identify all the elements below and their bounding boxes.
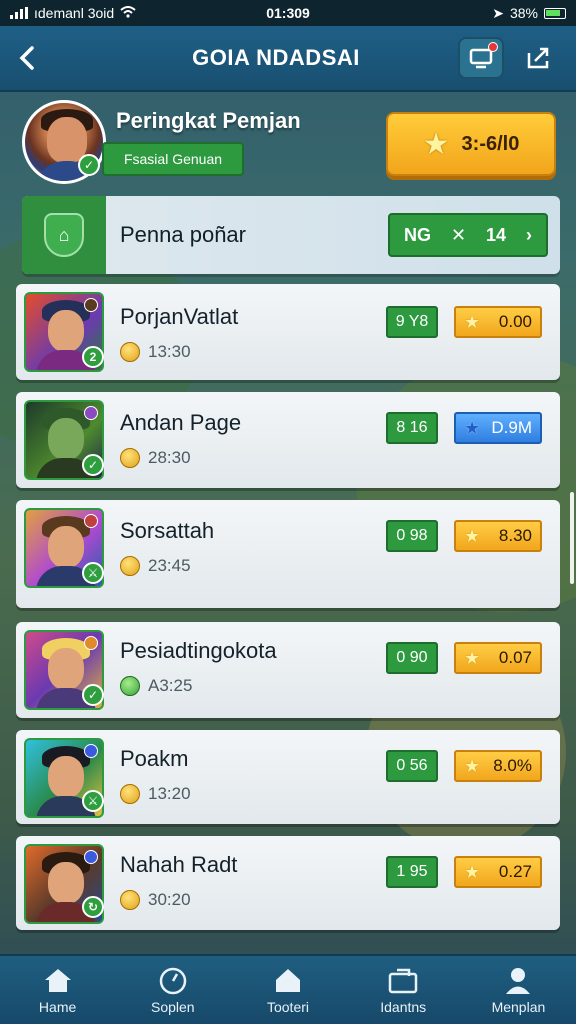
total-score: 3:-6/l0: [461, 132, 520, 155]
profile-title: Peringkat Pemjan: [116, 108, 301, 133]
banner-rank-button[interactable]: NG ✕ 14 ›: [388, 213, 548, 257]
player-name: Pesiadtingokota: [120, 638, 277, 663]
nav-label: Menplan: [491, 999, 546, 1015]
swords-icon: ⚔: [82, 562, 104, 584]
chevron-left-icon: [19, 46, 34, 70]
refresh-icon: ↻: [82, 896, 104, 918]
player-name: PorjanVatlat: [120, 304, 239, 329]
banner-title: Penna poñar: [120, 222, 246, 247]
leaderboard-banner: ⌂ Penna poñar NG ✕ 14 ›: [22, 196, 560, 274]
notification-dot: [488, 42, 498, 52]
player-score: ★ 0.27: [454, 856, 542, 888]
status-time: 01:309: [266, 5, 310, 21]
bottom-nav: Hame Soplen Tooteri Idantns Menplan: [0, 954, 576, 1024]
leaderboard-list: ⌂ Penna poñar NG ✕ 14 › 2 PorjanVatlat 1…: [16, 196, 560, 936]
nav-inbox[interactable]: Idantns: [346, 956, 461, 1024]
player-rank: 1 95: [386, 856, 438, 888]
rank-badge-icon: 2: [82, 346, 104, 368]
banner-button-value: 14: [486, 224, 507, 245]
total-score-box[interactable]: ★ 3:-6/l0: [386, 112, 556, 176]
battery-icon: [544, 7, 566, 19]
nav-timer[interactable]: Soplen: [115, 956, 230, 1024]
player-score: ★ 0.00: [454, 306, 542, 338]
verified-check-icon: ✓: [78, 154, 100, 176]
list-item[interactable]: 2 PorjanVatlat 13:30 9 Y8 ★ 0.00: [16, 284, 560, 380]
player-score: ★ D.9M: [454, 412, 542, 444]
list-item[interactable]: ✓ Andan Page 28:30 8 16 ★ D.9M: [16, 392, 560, 488]
player-time: 30:20: [120, 890, 191, 910]
nav-home[interactable]: Hame: [0, 956, 115, 1024]
player-name: Poakm: [120, 746, 189, 771]
notifications-button[interactable]: [458, 37, 504, 79]
list-item[interactable]: ⚔ Poakm 13:20 0 56 ★ 8.0%: [16, 730, 560, 824]
star-icon: ★: [464, 417, 481, 438]
coin-icon: [120, 342, 140, 362]
star-icon: ★: [464, 647, 481, 668]
swords-icon: ⚔: [82, 790, 104, 812]
player-time: A3:25: [120, 676, 192, 696]
share-icon: [527, 47, 549, 69]
profile-status-badge: Fsasial Genuan: [102, 142, 244, 176]
nav-label: Soplen: [151, 999, 195, 1015]
scrollbar[interactable]: [570, 492, 574, 584]
nav-label: Tooteri: [266, 999, 310, 1015]
chevron-right-icon: ›: [525, 224, 532, 245]
nav-house[interactable]: Tooteri: [230, 956, 345, 1024]
carrier-label: ıdemanl 3oid: [34, 5, 115, 21]
coin-icon: [120, 556, 140, 576]
profile-card: ✓ Peringkat Pemjan Fsasial Genuan ★ 3:-6…: [22, 100, 562, 190]
player-time: 13:30: [120, 342, 191, 362]
list-item[interactable]: ⚔ Sorsattah 23:45 0 98 ★ 8.30: [16, 500, 560, 608]
coin-icon: [120, 448, 140, 468]
battery-percent: 38%: [509, 5, 538, 21]
star-icon: ✕: [450, 224, 467, 245]
banner-button-prefix: NG: [404, 224, 431, 245]
banner-icon-box: ⌂: [22, 196, 106, 274]
star-icon: ★: [464, 311, 481, 332]
player-score: ★ 0.07: [454, 642, 542, 674]
home-icon: [42, 965, 74, 995]
signal-icon: [10, 7, 28, 19]
wifi-icon: [120, 5, 136, 21]
share-button[interactable]: [516, 37, 562, 79]
app-header: GOIA NDADSAI: [0, 26, 576, 92]
list-item[interactable]: ↻ Nahah Radt 30:20 1 95 ★ 0.27: [16, 836, 560, 930]
player-rank: 0 98: [386, 520, 438, 552]
nav-profile[interactable]: Menplan: [461, 956, 576, 1024]
list-item[interactable]: ✓ Pesiadtingokota A3:25 0 90 ★ 0.07: [16, 622, 560, 718]
gem-icon: [120, 676, 140, 696]
check-icon: ✓: [82, 454, 104, 476]
player-name: Andan Page: [120, 410, 242, 435]
house-icon: [272, 965, 304, 995]
player-rank: 9 Y8: [386, 306, 438, 338]
player-name: Sorsattah: [120, 518, 215, 543]
player-rank: 8 16: [386, 412, 438, 444]
coin-icon: [120, 890, 140, 910]
star-icon: ★: [464, 861, 481, 882]
star-icon: ★: [464, 755, 481, 776]
nav-label: Hame: [38, 999, 77, 1015]
player-time: 28:30: [120, 448, 191, 468]
back-button[interactable]: [0, 25, 54, 91]
profile-icon: [502, 965, 534, 995]
page-title: GOIA NDADSAI: [192, 45, 360, 70]
nav-label: Idantns: [380, 999, 427, 1015]
player-time: 23:45: [120, 556, 191, 576]
check-icon: ✓: [82, 684, 104, 706]
player-rank: 0 90: [386, 642, 438, 674]
star-icon: ★: [464, 525, 481, 546]
player-rank: 0 56: [386, 750, 438, 782]
player-score: ★ 8.30: [454, 520, 542, 552]
inbox-icon: [387, 965, 419, 995]
timer-icon: [157, 965, 189, 995]
player-name: Nahah Radt: [120, 852, 238, 877]
location-icon: ➤: [492, 4, 504, 21]
coin-icon: [120, 784, 140, 804]
shield-icon: ⌂: [44, 213, 84, 257]
player-score: ★ 8.0%: [454, 750, 542, 782]
player-time: 13:20: [120, 784, 191, 804]
status-bar: ıdemanl 3oid 01:309 ➤ 38%: [0, 0, 576, 26]
star-icon: ★: [422, 127, 450, 161]
